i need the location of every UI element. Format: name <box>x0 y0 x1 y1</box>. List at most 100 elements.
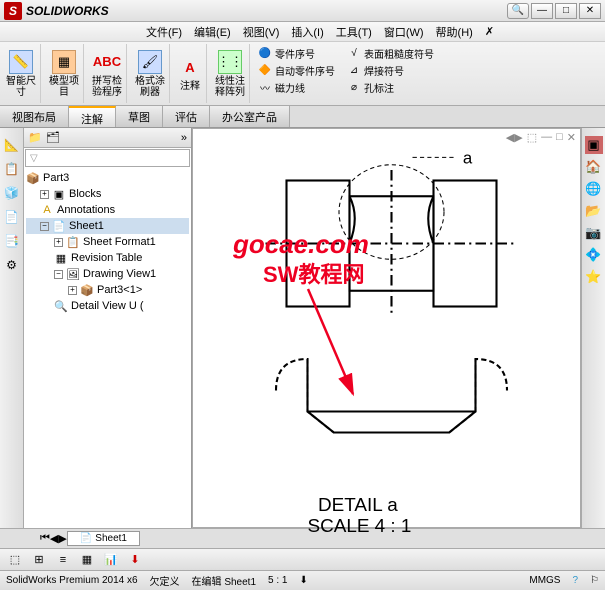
format-painter-button[interactable]: 🖌 格式涂刷器 <box>135 50 165 98</box>
tool-6[interactable]: ⚙ <box>3 256 21 274</box>
tree-sheet-format[interactable]: +📋Sheet Format1 <box>26 234 189 250</box>
tool-2[interactable]: 📋 <box>3 160 21 178</box>
sheet-nav-first[interactable]: ⏮ <box>40 532 50 545</box>
expand-icon[interactable]: + <box>54 238 63 247</box>
bt-1[interactable]: ⬚ <box>6 551 24 569</box>
tree-sheet1[interactable]: −📄Sheet1 <box>26 218 189 234</box>
rtool-3[interactable]: 🌐 <box>585 180 603 198</box>
sheet-icon: 📄 <box>80 533 92 544</box>
weld-icon: ⊿ <box>347 64 361 78</box>
expand-icon[interactable]: + <box>68 286 77 295</box>
canvas-btn-2[interactable]: ⬚ <box>527 131 537 144</box>
surface-finish-button[interactable]: √表面粗糙度符号 <box>347 46 434 61</box>
status-units[interactable]: MMGS <box>529 575 560 586</box>
menu-tools[interactable]: 工具(T) <box>330 24 378 40</box>
menu-edit[interactable]: 编辑(E) <box>188 24 237 40</box>
format-icon: 📋 <box>66 235 80 249</box>
canvas-maximize[interactable]: □ <box>556 131 563 144</box>
balloon-button[interactable]: 🔵零件序号 <box>258 46 335 61</box>
spellcheck-icon: ABC <box>95 50 119 74</box>
blocks-icon: ▣ <box>52 187 66 201</box>
rtool-home[interactable]: 🏠 <box>585 158 603 176</box>
bt-5[interactable]: 📊 <box>102 551 120 569</box>
linear-pattern-icon: ⋮⋮ <box>218 50 242 74</box>
tree-root[interactable]: 📦Part3 <box>26 170 189 186</box>
canvas-minimize[interactable]: — <box>541 131 552 144</box>
auto-balloon-button[interactable]: 🔶自动零件序号 <box>258 63 335 78</box>
view-icon: 🖼 <box>66 267 80 281</box>
weld-symbol-button[interactable]: ⊿焊接符号 <box>347 63 434 78</box>
sheet-tab-1[interactable]: 📄Sheet1 <box>67 531 140 546</box>
note-button[interactable]: A 注释 <box>178 55 202 92</box>
tree-drawing-view[interactable]: −🖼Drawing View1 <box>26 266 189 282</box>
close-button[interactable]: ✕ <box>579 3 601 19</box>
bt-4[interactable]: ▦ <box>78 551 96 569</box>
tree-part-ref[interactable]: +📦Part3<1> <box>26 282 189 298</box>
detail-scale: SCALE 4 : 1 <box>308 516 412 537</box>
menu-file[interactable]: 文件(F) <box>140 24 188 40</box>
panel-tab-tree-icon[interactable]: 📁 <box>28 131 42 144</box>
status-icon[interactable]: ⬇ <box>300 575 308 586</box>
maximize-button[interactable]: □ <box>555 3 577 19</box>
tab-sketch[interactable]: 草图 <box>116 106 163 127</box>
right-toolbar: ▣ 🏠 🌐 📂 📷 💠 ⭐ <box>581 128 605 528</box>
sheet-nav-next[interactable]: ▶ <box>58 532 66 545</box>
status-editing: 在编辑 Sheet1 <box>192 573 256 588</box>
part-ref-icon: 📦 <box>80 283 94 297</box>
bt-3[interactable]: ≡ <box>54 551 72 569</box>
magnetic-line-button[interactable]: 〰磁力线 <box>258 80 335 95</box>
menu-window[interactable]: 窗口(W) <box>378 24 430 40</box>
status-help[interactable]: ? <box>572 575 578 586</box>
spellcheck-button[interactable]: ABC 拼写检验程序 <box>92 50 122 98</box>
rtool-5[interactable]: 📷 <box>585 224 603 242</box>
sheet-icon: 📄 <box>52 219 66 233</box>
bt-2[interactable]: ⊞ <box>30 551 48 569</box>
feature-tree: 📦Part3 +▣Blocks AAnnotations −📄Sheet1 +📋… <box>24 168 191 528</box>
sheet-nav-prev[interactable]: ◀ <box>50 532 58 545</box>
bottom-toolbar: ⬚ ⊞ ≡ ▦ 📊 ⬇ <box>0 548 605 570</box>
menu-insert[interactable]: 插入(I) <box>285 24 329 40</box>
tool-3[interactable]: 🧊 <box>3 184 21 202</box>
drawing-content: a DETAIL a SCALE 4 : 1 <box>213 149 570 538</box>
rtool-open[interactable]: 📂 <box>585 202 603 220</box>
status-flag[interactable]: ⚐ <box>590 575 599 586</box>
search-button[interactable]: 🔍 <box>507 3 529 19</box>
collapse-icon[interactable]: − <box>54 270 63 279</box>
minimize-button[interactable]: — <box>531 3 553 19</box>
menu-pin[interactable]: ✗ <box>479 25 500 38</box>
tool-4[interactable]: 📄 <box>3 208 21 226</box>
table-icon: ▦ <box>54 251 68 265</box>
menu-view[interactable]: 视图(V) <box>237 24 286 40</box>
filter-input[interactable]: ▽ <box>25 149 190 167</box>
canvas-btn-1[interactable]: ◀▶ <box>506 131 523 144</box>
tab-annotate[interactable]: 注解 <box>69 106 116 127</box>
model-items-button[interactable]: ▦ 模型项目 <box>49 50 79 98</box>
tab-office[interactable]: 办公室产品 <box>210 106 290 127</box>
tree-detail-view[interactable]: 🔍Detail View U ( <box>26 298 189 314</box>
panel-tab-display-icon[interactable]: 🗂 <box>46 131 60 144</box>
panel-menu-icon[interactable]: » <box>181 132 187 144</box>
rtool-7[interactable]: ⭐ <box>585 268 603 286</box>
tool-1[interactable]: 📐 <box>3 136 21 154</box>
status-bar: SolidWorks Premium 2014 x6 欠定义 在编辑 Sheet… <box>0 570 605 590</box>
linear-pattern-button[interactable]: ⋮⋮ 线性注释阵列 <box>215 50 245 98</box>
bt-6[interactable]: ⬇ <box>126 551 144 569</box>
panel-tabs: 📁 🗂 » <box>24 128 191 148</box>
tool-5[interactable]: 📑 <box>3 232 21 250</box>
menu-help[interactable]: 帮助(H) <box>430 24 479 40</box>
tab-view-layout[interactable]: 视图布局 <box>0 106 69 127</box>
tree-blocks[interactable]: +▣Blocks <box>26 186 189 202</box>
tree-revision-table[interactable]: ▦Revision Table <box>26 250 189 266</box>
tree-annotations[interactable]: AAnnotations <box>26 202 189 218</box>
rtool-6[interactable]: 💠 <box>585 246 603 264</box>
rtool-1[interactable]: ▣ <box>585 136 603 154</box>
part-icon: 📦 <box>26 171 40 185</box>
drawing-canvas[interactable]: ◀▶ ⬚ — □ ✕ a <box>192 128 581 528</box>
canvas-close[interactable]: ✕ <box>567 131 576 144</box>
tab-evaluate[interactable]: 评估 <box>163 106 210 127</box>
collapse-icon[interactable]: − <box>40 222 49 231</box>
title-bar: S SOLIDWORKS 🔍 — □ ✕ <box>0 0 605 22</box>
expand-icon[interactable]: + <box>40 190 49 199</box>
hole-callout-button[interactable]: ⌀孔标注 <box>347 80 434 95</box>
smart-dim-button[interactable]: 📏 智能尺寸 <box>6 50 36 98</box>
